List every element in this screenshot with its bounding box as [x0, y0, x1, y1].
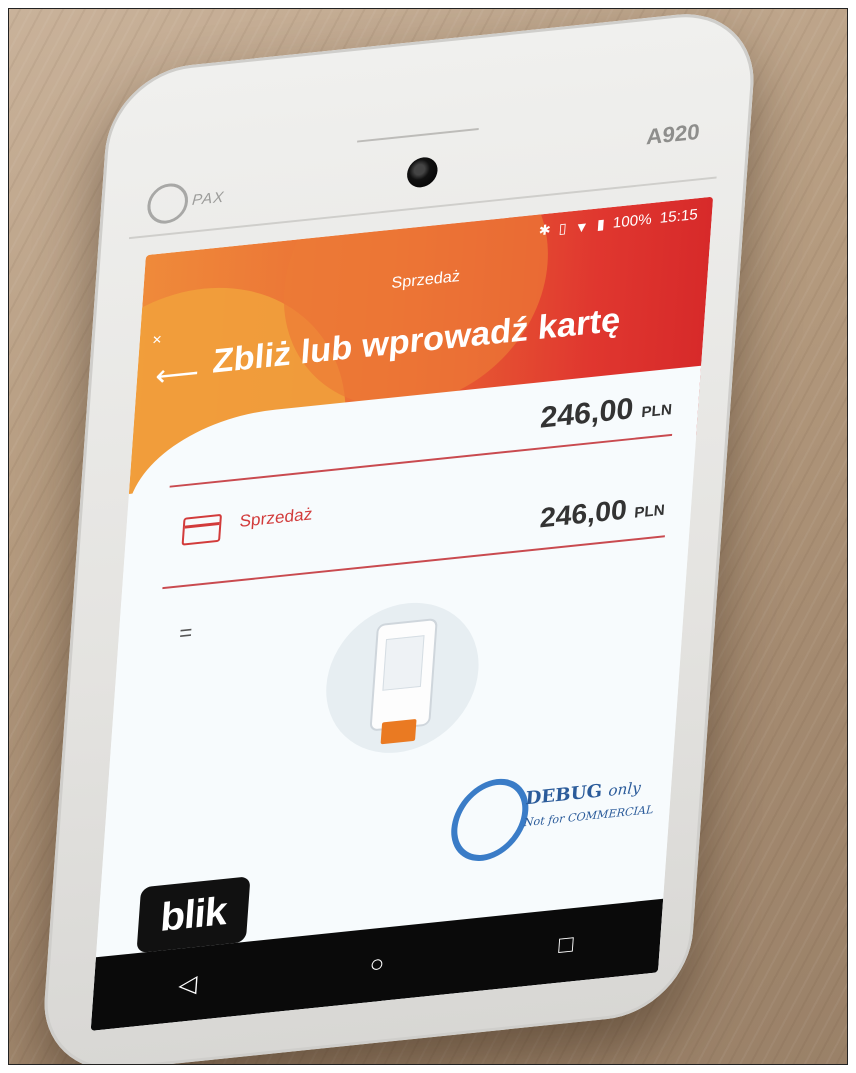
- clock: 15:15: [659, 206, 699, 227]
- debug-title-text: DEBUG: [524, 780, 603, 810]
- card-icon: [181, 513, 223, 546]
- screen: ✱ ▯ ▼ ▮ 100% 15:15 ✕ Sprzedaż ⟵ Zbliż lu…: [90, 196, 714, 1031]
- debug-title: DEBUG only: [525, 777, 642, 810]
- blik-logo[interactable]: blik: [136, 876, 251, 954]
- brand-swirl-icon: [146, 181, 190, 226]
- battery-level: 100%: [612, 210, 653, 232]
- vibrate-icon: ▯: [558, 219, 568, 237]
- nav-back-button[interactable]: ◁: [167, 968, 210, 1001]
- terminal-illustration-device: [369, 617, 438, 732]
- total-currency: PLN: [640, 401, 673, 422]
- wifi-icon: ▼: [574, 217, 590, 236]
- sale-line-currency: PLN: [633, 501, 666, 522]
- debug-title-suffix: only: [607, 778, 642, 800]
- close-icon[interactable]: ✕: [151, 332, 162, 347]
- equals-sign: =: [178, 619, 194, 646]
- battery-icon: ▮: [596, 215, 606, 233]
- bluetooth-icon: ✱: [538, 221, 552, 239]
- nav-recents-button[interactable]: □: [545, 929, 588, 961]
- nav-home-button[interactable]: ○: [356, 949, 399, 981]
- back-arrow-icon[interactable]: ⟵: [154, 356, 200, 393]
- terminal-illustration-card: [380, 718, 417, 745]
- payment-terminal: PAX A920 ✱ ▯ ▼ ▮ 100% 15:15 ✕ Sprzedaż ⟵: [39, 9, 759, 1064]
- photo-frame: PAX A920 ✱ ▯ ▼ ▮ 100% 15:15 ✕ Sprzedaż ⟵: [8, 8, 848, 1065]
- brand-name: PAX: [191, 188, 225, 209]
- blik-logo-text: blik: [159, 889, 228, 940]
